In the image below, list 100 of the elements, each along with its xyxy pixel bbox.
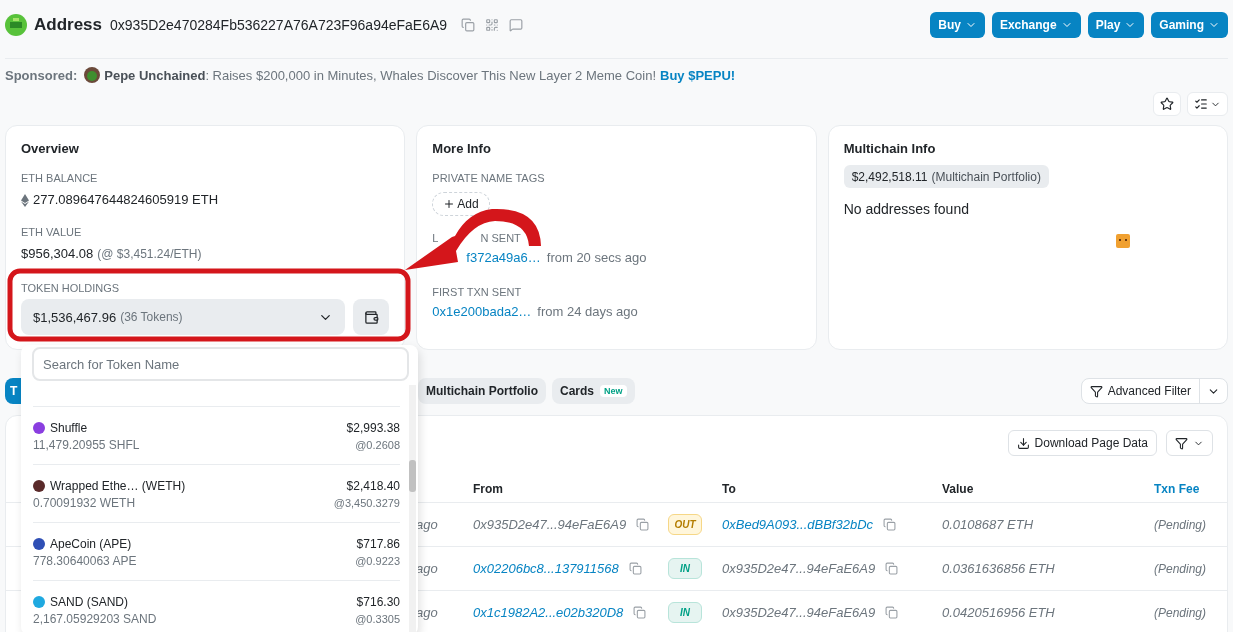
field-label: ETH VALUE [21,225,82,239]
token-icon [33,422,45,434]
menu-button[interactable]: Buy [930,12,985,38]
qr-code-icon[interactable] [485,18,500,32]
favorite-button[interactable] [1153,92,1181,116]
field-label: N SENT [480,231,521,245]
field-label: ETH BALANCE [21,171,98,185]
token-value: $2,418.40 [346,478,400,495]
copy-icon[interactable] [883,518,897,531]
token-name: Shuffle [50,420,88,437]
txn-hash-link[interactable]: f372a49a6… [466,249,541,267]
sponsored-link[interactable]: Buy $PEPU! [660,67,736,83]
token-row[interactable]: SAND (SAND) 2,167.05929203 SAND $716.30 @0.3305 [33,581,400,632]
copy-icon[interactable] [461,18,476,32]
token-amount: 11,479.20955 SHFL [33,437,140,453]
card-title: More Info [432,140,491,158]
token-row[interactable]: Wrapped Ethe… (WETH) 0.70091932 WETH $2,418.40 @3,450.3279 [33,465,400,523]
token-value: $2,993.38 [346,420,400,437]
token-icon [33,538,45,550]
address-text: 0x935D2e47...94eFaE6A9 [722,561,876,576]
direction-badge: OUT [668,514,702,535]
address-text: 0x935D2e47...94eFaE6A9 [473,517,627,532]
copy-icon[interactable] [628,562,642,575]
token-amount: 778.30640063 APE [33,553,137,569]
token-price: @0.2608 [355,438,400,453]
menu-button[interactable]: Play [1087,12,1145,38]
plus-icon [443,198,456,210]
field-label: TOKEN HOLDINGS [21,281,120,295]
add-tag-button[interactable]: Add [432,192,490,216]
address-text: 0x935D2e47...94eFaE6A9 [722,605,876,620]
avatar-icon [84,67,101,83]
token-name: ApeCoin (APE) [50,536,132,553]
advanced-filter-button[interactable]: Advanced Filter [1081,379,1200,403]
menu-button[interactable]: Gaming [1151,12,1228,38]
value-text: 0.0420516956 ETH [942,605,1055,620]
block-icon [1115,234,1130,248]
token-value: $717.86 [356,536,400,553]
token-row[interactable]: ApeCoin (APE) 778.30640063 APE $717.86 @0.9223 [33,523,400,581]
token-holdings-select[interactable]: $1,536,467.96 (36 Tokens) [21,299,346,335]
copy-icon[interactable] [633,606,647,619]
star-icon [1160,97,1174,111]
txn-age: from 20 secs ago [546,249,647,267]
eth-balance-value: 277.089647644824605919 ETH [33,191,219,209]
txn-age: from 24 days ago [537,303,638,321]
direction-badge: IN [668,602,702,623]
field-label: PRIVATE NAME TAGS [432,171,545,185]
token-name: Wrapped Ethe… (WETH) [50,478,186,495]
checklist-button[interactable] [1187,92,1228,116]
field-label: L [432,231,439,245]
token-amount: 0.70091932 WETH [33,495,137,511]
ethereum-icon [21,193,29,207]
address-hash: 0x935D2e470284Fb536227A76A723F96a94eFaE6A9 [110,17,448,33]
filter-icon [1089,384,1103,398]
scrollbar-thumb[interactable] [409,460,416,492]
token-icon [33,480,45,492]
wallet-icon [363,309,379,325]
fee-text: (Pending) [1154,605,1207,620]
fee-text: (Pending) [1154,561,1207,576]
value-text: 0.0361636856 ETH [942,561,1055,576]
token-amount: 2,167.05929203 SAND [33,611,157,627]
comment-icon[interactable] [509,18,524,32]
card-title: Multichain Info [843,140,936,158]
empty-message: No addresses found [843,200,969,218]
token-value: $716.30 [356,594,400,611]
txn-hash-link[interactable]: 0x1e200bada2… [432,303,532,321]
column-header-link[interactable]: Txn Fee [1154,481,1227,496]
direction-badge: IN [668,558,702,579]
column-header: From [473,481,504,496]
portfolio-chip[interactable]: $2,492,518.11 (Multichain Portfolio) [843,165,1049,188]
advanced-filter-control[interactable]: Advanced Filter [1080,378,1228,404]
logo-icon [5,14,27,36]
tab[interactable]: Cards New [552,378,635,404]
sponsored-label: Sponsored: [5,67,78,83]
eth-rate: (@ $3,451.24/ETH) [97,246,202,263]
address-link[interactable]: 0xBed9A093...dBBf32bDc [722,517,874,532]
tab[interactable]: Multichain Portfolio [418,378,546,404]
token-price: @0.9223 [355,554,400,569]
token-row[interactable]: Shuffle 11,479.20955 SHFL $2,993.38 @0.2608 [33,407,400,465]
value-text: 0.0108687 ETH [942,517,1034,532]
download-icon [1016,436,1030,450]
token-price: @0.3305 [355,612,400,627]
address-link[interactable]: 0x1c1982A2...e02b320D8 [473,605,624,620]
token-icon [33,596,45,608]
column-header: To [722,481,737,496]
page-title: Address [34,15,103,35]
address-link[interactable]: 0x02206bc8...137911568 [473,561,619,576]
filter-icon [1175,436,1188,450]
copy-icon[interactable] [885,606,899,619]
search-field[interactable]: Search for Token Name [32,347,409,381]
copy-icon[interactable] [636,518,650,531]
copy-icon[interactable] [885,562,899,575]
fee-text: (Pending) [1154,517,1207,532]
filter-button[interactable] [1166,430,1213,456]
wallet-button[interactable] [353,299,390,335]
token-price: @3,450.3279 [333,496,400,511]
card-title: Overview [21,140,79,158]
token-name: SAND (SAND) [50,594,128,611]
sponsored-text: Pepe Unchained: Raises $200,000 in Minutes, Whales Discover This New Layer 2 Meme Coin! Buy $PEPU! [104,67,736,83]
menu-button[interactable]: Exchange [991,12,1081,38]
download-button[interactable]: Download Page Data [1007,430,1157,456]
